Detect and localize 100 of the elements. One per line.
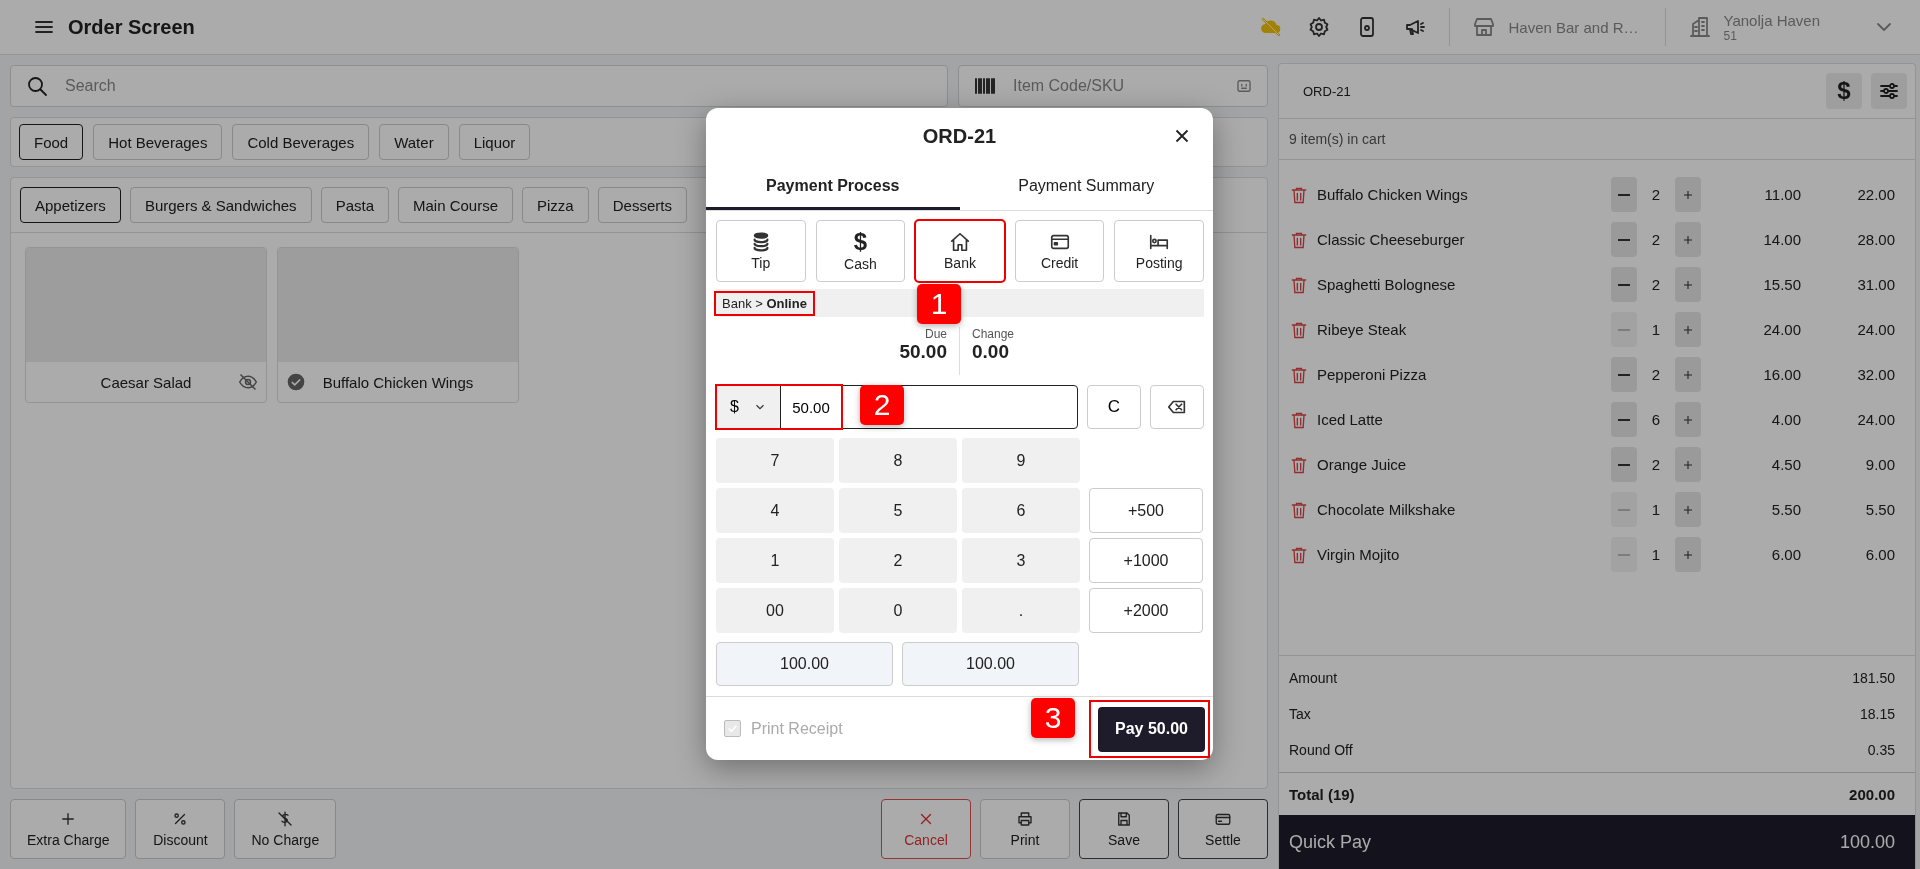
quick-add-button[interactable]: +2000 [1089, 588, 1203, 633]
action-button[interactable]: Print [980, 799, 1070, 859]
quick-pay-button[interactable]: Quick Pay 100.00 [1279, 815, 1915, 869]
payment-method-button[interactable]: Tip [716, 220, 806, 282]
change-amount: 0.00 [972, 341, 1010, 363]
increase-button[interactable] [1675, 447, 1701, 482]
subcategory-tab[interactable]: Main Course [398, 187, 514, 223]
total-value: 200.00 [1849, 785, 1895, 803]
subcategory-tab[interactable]: Burgers & Sandwiches [129, 187, 312, 223]
increase-button[interactable] [1675, 177, 1701, 212]
search-icon [25, 74, 49, 98]
minus-icon [1618, 508, 1630, 511]
increase-button[interactable] [1675, 312, 1701, 347]
subcategory-tab[interactable]: Desserts [597, 187, 687, 223]
currency-button[interactable]: $ [1826, 73, 1862, 109]
item-name: Pepperoni Pizza [1317, 366, 1428, 383]
item-total: 31.00 [1856, 276, 1895, 293]
search-field[interactable]: Search [10, 65, 948, 107]
payment-method-button[interactable]: $ Cash [815, 220, 906, 282]
building-icon[interactable] [1687, 15, 1712, 39]
quick-add-button[interactable]: +1000 [1089, 538, 1203, 583]
search-input[interactable]: Search [63, 76, 933, 96]
item-total: 32.00 [1856, 366, 1895, 383]
cart-count: 9 item(s) in cart [1279, 119, 1915, 160]
action-button[interactable]: Save [1079, 799, 1169, 859]
payment-method-button[interactable]: Bank [915, 220, 1005, 282]
keypad-key[interactable]: 1 [716, 538, 834, 583]
step-badge: 1 [917, 284, 961, 324]
item-name: Spaghetti Bolognese [1317, 276, 1457, 293]
pay-button[interactable]: Pay 50.00 [1098, 706, 1205, 752]
amount-suggestion[interactable]: 100.00 [902, 642, 1079, 686]
increase-button[interactable] [1675, 222, 1701, 257]
increase-button[interactable] [1675, 357, 1701, 392]
category-tab[interactable]: Cold Beverages [232, 124, 370, 160]
item-total: 9.00 [1864, 456, 1895, 473]
category-tab[interactable]: Hot Beverages [93, 124, 223, 160]
house-icon [949, 231, 971, 253]
user-number: 51 [1723, 28, 1737, 43]
increase-button[interactable] [1675, 537, 1701, 572]
quick-add-button[interactable]: +500 [1089, 488, 1203, 533]
product-name: Buffalo Chicken Wings [322, 373, 474, 391]
minus-icon [1618, 418, 1630, 421]
keypad-key[interactable]: 3 [962, 538, 1080, 583]
clear-button[interactable]: C [1087, 385, 1141, 429]
action-button[interactable]: No Charge [234, 799, 337, 859]
due-amount: 50.00 [899, 341, 947, 363]
payment-method-button[interactable]: Posting [1114, 220, 1204, 282]
sku-field[interactable]: Item Code/SKU [958, 65, 1268, 107]
keypad-key[interactable]: 0 [839, 588, 957, 633]
product-name: Caesar Salad [100, 373, 192, 391]
subcategory-tab[interactable]: Pasta [320, 187, 389, 223]
subcategory-tab[interactable]: Appetizers [20, 187, 121, 223]
store-icon[interactable] [1472, 15, 1497, 39]
item-name: Chocolate Milkshake [1317, 501, 1457, 518]
scan-icon[interactable] [1235, 77, 1253, 95]
category-tab[interactable]: Liquor [458, 124, 531, 160]
keypad-key[interactable]: 7 [716, 438, 834, 483]
item-quantity: 2 [1650, 276, 1662, 293]
dialog-tab[interactable]: Payment Process [706, 164, 960, 210]
eye-off-icon[interactable] [238, 372, 258, 392]
keypad-key[interactable]: 9 [962, 438, 1080, 483]
item-quantity: 2 [1650, 231, 1662, 248]
page-title: Order Screen [68, 15, 195, 39]
product-card[interactable]: Buffalo Chicken Wings [277, 247, 519, 403]
keypad-key[interactable]: 6 [962, 488, 1080, 533]
keypad-key[interactable]: 2 [839, 538, 957, 583]
keypad-key[interactable]: . [962, 588, 1080, 633]
item-price: 6.00 [1770, 546, 1801, 563]
item-name: Orange Juice [1317, 456, 1408, 473]
subcategory-tab[interactable]: Pizza [522, 187, 589, 223]
item-quantity: 2 [1650, 456, 1662, 473]
product-card[interactable]: Caesar Salad [25, 247, 267, 403]
keypad-key[interactable]: 4 [716, 488, 834, 533]
category-tab[interactable]: Food [19, 124, 84, 160]
payment-method-button[interactable]: Credit [1014, 220, 1105, 282]
sku-input[interactable]: Item Code/SKU [1011, 76, 1221, 96]
category-tab[interactable]: Water [379, 124, 449, 160]
keypad-key[interactable]: 5 [839, 488, 957, 533]
action-button[interactable]: Settle [1178, 799, 1268, 859]
increase-button[interactable] [1675, 402, 1701, 437]
item-price: 16.00 [1762, 366, 1801, 383]
increase-button[interactable] [1675, 267, 1701, 302]
action-button[interactable]: Extra Charge [10, 799, 127, 859]
action-button[interactable]: Cancel [881, 799, 971, 859]
action-button[interactable]: Discount [135, 799, 226, 859]
item-quantity: 1 [1650, 546, 1662, 563]
summary-value: 18.15 [1859, 706, 1895, 722]
keypad-key[interactable]: 00 [716, 588, 834, 633]
amount-suggestion[interactable]: 100.00 [716, 642, 893, 686]
backspace-button[interactable] [1150, 385, 1204, 429]
summary-value: 181.50 [1852, 670, 1895, 686]
minus-icon [1618, 283, 1630, 286]
item-name: Buffalo Chicken Wings [1317, 186, 1469, 203]
keypad-key[interactable]: 8 [839, 438, 957, 483]
minus-icon [1618, 553, 1630, 556]
item-quantity: 2 [1650, 366, 1662, 383]
summary-label: Tax [1289, 706, 1311, 722]
dialog-tab[interactable]: Payment Summary [959, 164, 1213, 210]
increase-button[interactable] [1675, 492, 1701, 527]
filter-button[interactable] [1871, 73, 1907, 109]
